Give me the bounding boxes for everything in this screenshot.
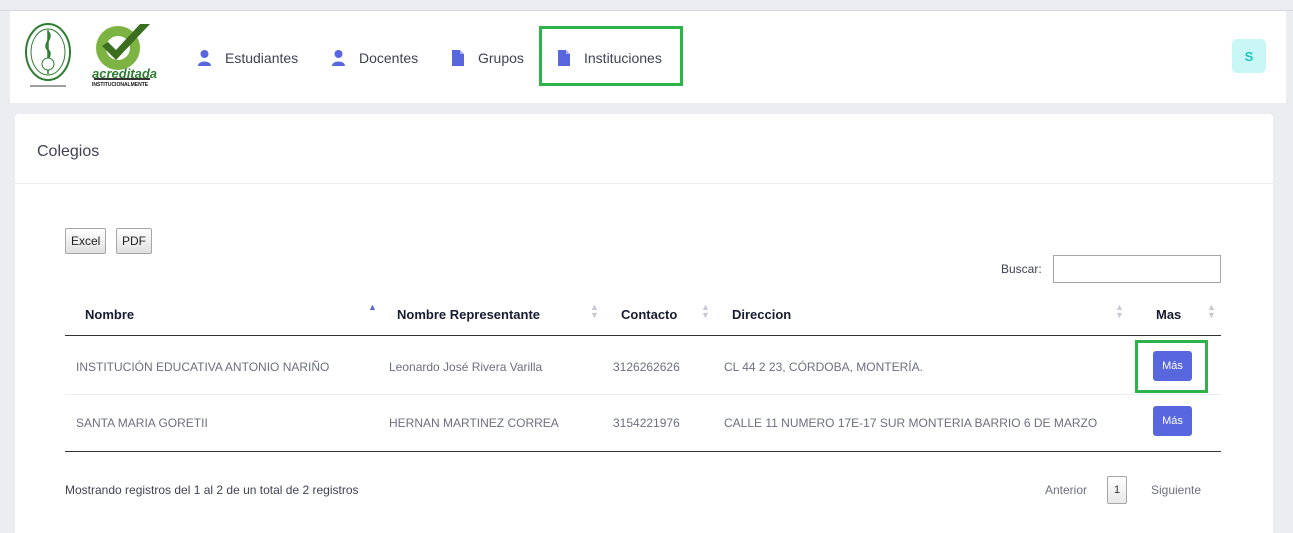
column-header-contacto[interactable]: Contacto — [621, 307, 677, 322]
card-header-divider — [15, 183, 1273, 184]
column-header-representante[interactable]: Nombre Representante — [397, 307, 540, 322]
cell-direccion: CL 44 2 23, CÓRDOBA, MONTERÍA. — [724, 360, 923, 374]
institution-seal-logo[interactable] — [24, 22, 72, 92]
colegios-card: Colegios Excel PDF Buscar: Nombre ▲ Nomb… — [15, 114, 1273, 533]
cell-representante: Leonardo José Rivera Varilla — [389, 360, 543, 374]
card-title: Colegios — [37, 143, 100, 160]
cell-contacto: 3126262626 — [613, 360, 680, 374]
user-icon — [332, 50, 345, 66]
cell-representante: HERNAN MARTINEZ CORREA — [389, 416, 559, 430]
table-bottom-divider — [65, 451, 1221, 452]
sort-indicator-representante[interactable]: ▲ ▼ — [590, 303, 599, 320]
document-icon — [452, 50, 464, 66]
row-divider — [65, 394, 1221, 395]
export-excel-button[interactable]: Excel — [65, 228, 107, 254]
pagination-next[interactable]: Siguiente — [1151, 483, 1201, 497]
pagination-page-1[interactable]: 1 — [1107, 476, 1127, 504]
nav-label-grupos: Grupos — [478, 50, 524, 66]
sort-indicator-nombre[interactable]: ▲ — [368, 303, 377, 312]
nav-item-estudiantes[interactable]: Estudiantes — [198, 47, 298, 69]
export-pdf-button[interactable]: PDF — [116, 228, 152, 254]
cell-contacto: 3154221976 — [613, 416, 680, 430]
search-input[interactable] — [1053, 255, 1221, 283]
nav-label-estudiantes: Estudiantes — [225, 50, 299, 66]
logo-subtext: INSTITUCIONALMENTE — [92, 82, 149, 88]
cell-direccion: CALLE 11 NUMERO 17E-17 SUR MONTERIA BARR… — [724, 416, 1098, 430]
cell-nombre: INSTITUCIÓN EDUCATIVA ANTONIO NARIÑO — [76, 360, 330, 374]
top-navbar: acreditada INSTITUCIONALMENTE Estudiante… — [10, 11, 1286, 103]
column-header-nombre[interactable]: Nombre — [85, 307, 134, 322]
nav-item-grupos[interactable]: Grupos — [452, 47, 524, 69]
column-header-direccion[interactable]: Direccion — [732, 307, 791, 322]
mas-button[interactable]: Más — [1153, 406, 1192, 436]
search-label: Buscar: — [1001, 262, 1042, 276]
logo-text: acreditada — [92, 66, 158, 81]
user-avatar[interactable]: S — [1232, 39, 1266, 73]
column-header-mas[interactable]: Mas — [1156, 307, 1181, 322]
nav-label-docentes: Docentes — [359, 50, 419, 66]
user-icon — [198, 50, 211, 66]
nav-item-docentes[interactable]: Docentes — [332, 47, 418, 69]
table-header-divider — [65, 335, 1221, 336]
sort-indicator-mas[interactable]: ▲ ▼ — [1207, 303, 1216, 320]
mas-button-highlight-box — [1135, 340, 1208, 393]
sort-indicator-direccion[interactable]: ▲ ▼ — [1115, 303, 1124, 320]
cell-nombre: SANTA MARIA GORETII — [76, 416, 208, 430]
instituciones-highlight-box — [539, 26, 683, 86]
table-info: Mostrando registros del 1 al 2 de un tot… — [65, 483, 359, 497]
sort-indicator-contacto[interactable]: ▲ ▼ — [701, 303, 710, 320]
pagination-previous[interactable]: Anterior — [1045, 483, 1087, 497]
acreditada-logo[interactable]: acreditada INSTITUCIONALMENTE — [88, 22, 158, 92]
